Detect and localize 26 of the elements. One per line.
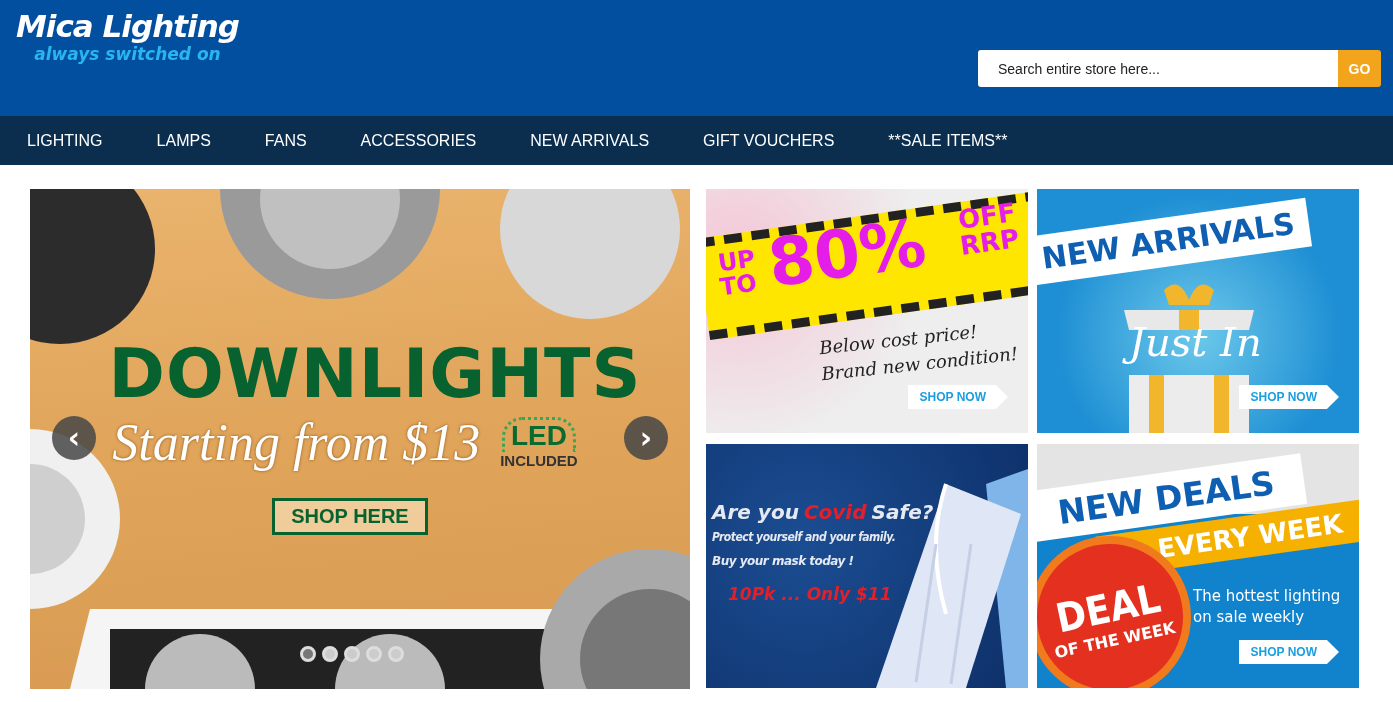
banner-heading: Covid [803, 500, 867, 524]
previous-slide-button[interactable]: ‹ [52, 416, 96, 460]
banner-text: Buy your mask today ! [712, 554, 854, 568]
led-badge: LED [501, 416, 576, 452]
banner-heading: Safe? [871, 500, 934, 524]
logo-tagline: always switched on [34, 44, 221, 64]
hero-heading: DOWNLIGHTS [108, 334, 642, 413]
nav-link[interactable]: FANS [237, 116, 334, 165]
next-slide-button[interactable]: › [624, 416, 668, 460]
nav-link[interactable]: NEW ARRIVALS [503, 116, 677, 165]
price-text: 10Pk ... Only $11 [728, 584, 892, 604]
banner-text: The hottest lighting on sale weekly [1193, 586, 1342, 628]
nav-link[interactable]: **SALE ITEMS** [861, 116, 1035, 165]
nav-link[interactable]: GIFT VOUCHERS [676, 116, 862, 165]
shop-here-button[interactable]: SHOP HERE [272, 498, 428, 535]
nav-link[interactable]: ACCESSORIES [333, 116, 504, 165]
nav-link[interactable]: LIGHTING [0, 116, 130, 165]
banner-text: Protect yourself and your family. [712, 530, 896, 544]
badge-caption: INCLUDED [500, 451, 578, 469]
banner-subtitle: Just In [1121, 315, 1274, 373]
banner-heading: Are you [712, 500, 799, 524]
search-field[interactable]: Search entire store here... [978, 50, 1338, 87]
discount-text: 80% [763, 204, 931, 303]
nav-link[interactable]: LAMPS [129, 116, 238, 165]
hero-subheading: Starting from $13 [112, 413, 482, 472]
logo-wordmark[interactable]: Mica Lighting [16, 8, 239, 44]
